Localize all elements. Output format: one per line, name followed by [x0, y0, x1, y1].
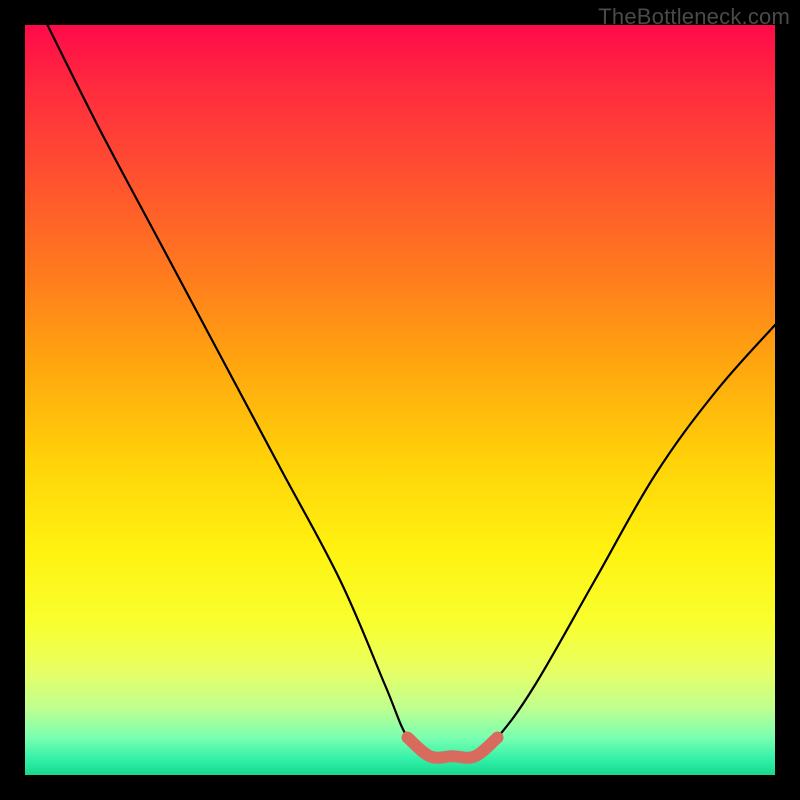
bottleneck-curve-path: [48, 25, 776, 758]
watermark-text: TheBottleneck.com: [598, 4, 790, 30]
chart-frame: TheBottleneck.com: [0, 0, 800, 800]
chart-plot-area: [25, 25, 775, 775]
optimal-band-path: [408, 738, 498, 758]
chart-svg: [25, 25, 775, 775]
